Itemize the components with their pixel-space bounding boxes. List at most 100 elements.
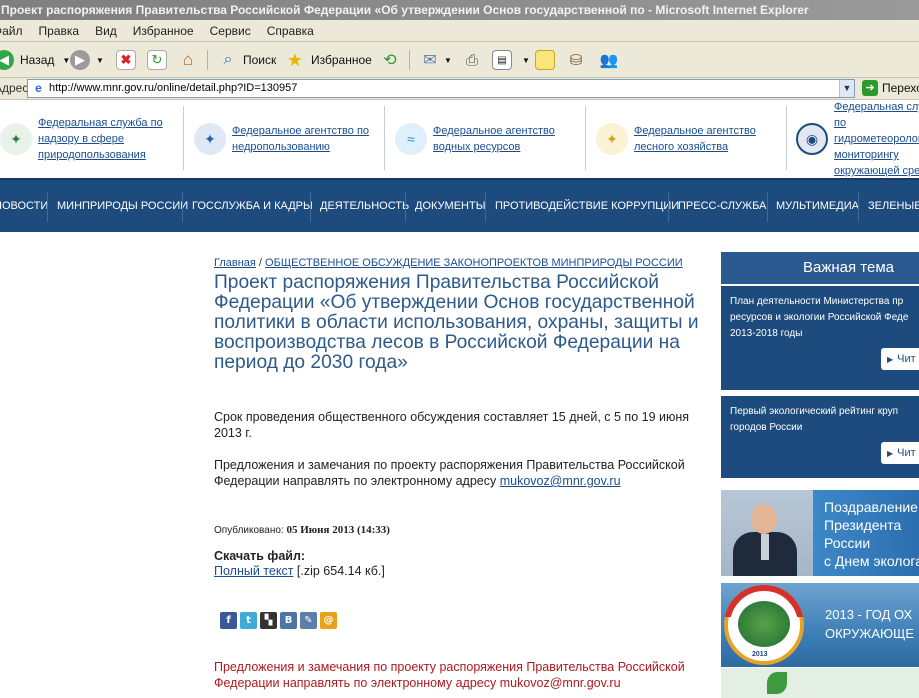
photo-shirt [761, 534, 769, 560]
messenger-button[interactable]: 👥 [599, 49, 619, 71]
nav-press[interactable]: ПРЕСС-СЛУЖБА [678, 180, 766, 232]
agency-divider [183, 106, 184, 170]
menu-edit[interactable]: Правка [39, 20, 80, 42]
ecology-year-banner[interactable]: 2013 2013 - ГОД ОХ ОКРУЖАЮЩЕ [721, 583, 919, 667]
menu-favorites[interactable]: Избранное [133, 20, 194, 42]
agency-link[interactable]: Федеральное агентство водных ресурсов [433, 123, 563, 155]
water-emblem-icon: ≈ [395, 123, 427, 155]
banner-line: 2013 - ГОД ОХ [825, 607, 913, 622]
nav-activity[interactable]: ДЕЯТЕЛЬНОСТЬ [320, 180, 409, 232]
vkontakte-icon[interactable]: В [280, 612, 297, 629]
research-button[interactable]: ⛁ [566, 49, 586, 71]
nav-multimedia[interactable]: МУЛЬТИМЕДИА [776, 180, 859, 232]
research-icon: ⛁ [569, 52, 583, 69]
important-topic-heading: Важная тема [721, 252, 919, 284]
nav-divider [405, 192, 406, 222]
search-button[interactable]: ⌕ Поиск [218, 49, 277, 71]
breadcrumb-section[interactable]: ОБЩЕСТВЕННОЕ ОБСУЖДЕНИЕ ЗАКОНОПРОЕКТОВ М… [265, 257, 683, 269]
nav-civil-service[interactable]: ГОССЛУЖБА И КАДРЫ [192, 180, 313, 232]
card-text-line: городов России [730, 422, 803, 433]
mail-dropdown-icon[interactable]: ▼ [444, 56, 452, 65]
address-input[interactable]: e http://www.mnr.gov.ru/online/detail.ph… [27, 79, 855, 98]
history-button[interactable]: ⟲ [380, 49, 400, 71]
search-icon: ⌕ [223, 51, 233, 68]
nav-news[interactable]: НОВОСТИ [0, 180, 48, 232]
delicious-icon[interactable]: ▚ [260, 612, 277, 629]
banner-line: с Днем эколога [824, 553, 919, 569]
globe-emblem-icon: ◉ [796, 123, 828, 155]
president-greeting-banner[interactable]: Поздравление Президента России с Днем эк… [721, 490, 919, 576]
edit-dropdown-icon[interactable]: ▼ [522, 56, 530, 65]
nav-anticorruption[interactable]: ПРОТИВОДЕЙСТВИЕ КОРРУПЦИИ [495, 180, 679, 232]
agency-rosleshoz[interactable]: ✦ Федеральное агентство лесного хозяйств… [596, 100, 764, 178]
nav-documents[interactable]: ДОКУМЕНТЫ [415, 180, 485, 232]
forward-dropdown-icon[interactable]: ▼ [96, 56, 104, 65]
menu-file[interactable]: Файл [0, 20, 23, 42]
menu-help[interactable]: Справка [267, 20, 314, 42]
ie-page-icon: e [35, 81, 42, 95]
stop-button[interactable]: ✖ [116, 49, 136, 71]
card-text-line: 2013-2018 годы [730, 328, 803, 339]
president-greeting-text: Поздравление Президента России с Днем эк… [824, 498, 919, 570]
nav-green[interactable]: ЗЕЛЕНЫЕ [868, 180, 919, 232]
download-row: Полный текст [.zip 654.14 кб.] [214, 564, 385, 578]
agency-rosprirodnadzor[interactable]: ✦ Федеральная служба по надзору в сфере … [0, 100, 168, 178]
read-more-button[interactable]: ▶ Чит [881, 348, 919, 370]
mail-icon[interactable]: @ [320, 612, 337, 629]
forward-arrow-icon: ▶ [70, 50, 90, 70]
important-topic-card[interactable]: Первый экологический рейтинг круп городо… [721, 396, 919, 478]
published-info: Опубликовано: 05 Июня 2013 (14:33) [214, 524, 390, 536]
read-more-label: Чит [897, 447, 916, 459]
discuss-button[interactable] [535, 49, 555, 71]
mail-button[interactable]: ✉ ▼ [420, 49, 452, 71]
download-meta: [.zip 654.14 кб.] [293, 564, 385, 578]
breadcrumb-home[interactable]: Главная [214, 257, 256, 269]
agency-roshydromet[interactable]: ◉ Федеральная служба по гидрометеорологи… [796, 100, 919, 178]
go-button[interactable]: ➔ Переход [862, 80, 919, 96]
discussion-period: Срок проведения общественного обсуждения… [214, 410, 690, 440]
address-dropdown-icon[interactable]: ▼ [839, 80, 854, 97]
card-text-line: ресурсов и экологии Российской Феде [730, 312, 909, 323]
important-topic-card[interactable]: План деятельности Министерства пр ресурс… [721, 286, 919, 390]
badge-year: 2013 [752, 651, 768, 658]
email-link[interactable]: mukovoz@mnr.gov.ru [500, 474, 621, 488]
ecology-year-badge: 2013 [724, 585, 804, 665]
print-button[interactable]: ⎙ [462, 49, 482, 71]
home-button[interactable]: ⌂ [178, 49, 198, 71]
nav-divider [182, 192, 183, 222]
menu-tools[interactable]: Сервис [210, 20, 251, 42]
star-icon: ★ [286, 49, 304, 70]
plant-banner[interactable] [721, 668, 919, 698]
agency-divider [585, 106, 586, 170]
forward-button[interactable]: ▶ ▼ [70, 49, 104, 71]
refresh-button[interactable]: ↻ [147, 49, 167, 71]
back-arrow-icon: ◀ [0, 50, 14, 70]
submission-info: Предложения и замечания по проекту распо… [214, 457, 704, 489]
toolbar-separator [207, 50, 208, 70]
chevron-right-icon: ▶ [887, 355, 894, 364]
president-photo [721, 490, 813, 576]
edit-button[interactable]: ▤ ▼ [492, 49, 530, 71]
window-title-bar: Проект распоряжения Правительства Россий… [0, 0, 919, 20]
browser-toolbar: ◀ Назад ▼ ▶ ▼ ✖ ↻ ⌂ ⌕ Поиск ★ Избранное … [0, 42, 919, 78]
favorites-button[interactable]: ★ Избранное [285, 49, 372, 71]
download-label: Скачать файл: [214, 549, 306, 563]
agency-link[interactable]: Федеральное агентство лесного хозяйства [634, 123, 764, 155]
facebook-icon[interactable]: f [220, 612, 237, 629]
agency-link[interactable]: Федеральная служба по надзору в сфере пр… [38, 115, 168, 163]
main-navigation: НОВОСТИ МИНПРИРОДЫ РОССИИ ГОССЛУЖБА И КА… [0, 178, 919, 232]
back-button[interactable]: ◀ Назад ▼ [0, 49, 70, 71]
address-bar: Адрес: e http://www.mnr.gov.ru/online/de… [0, 78, 919, 100]
read-more-button[interactable]: ▶ Чит [881, 442, 919, 464]
menu-view[interactable]: Вид [95, 20, 117, 42]
livejournal-icon[interactable]: ✎ [300, 612, 317, 629]
agency-rosvodresursy[interactable]: ≈ Федеральное агентство водных ресурсов [395, 100, 563, 178]
twitter-icon[interactable]: t [240, 612, 257, 629]
agency-link[interactable]: Федеральная служба по гидрометеорологии … [834, 99, 919, 179]
download-link[interactable]: Полный текст [214, 564, 293, 578]
nav-divider [858, 192, 859, 222]
agency-divider [384, 106, 385, 170]
agency-link[interactable]: Федеральное агентство по недропользовани… [232, 123, 377, 155]
agency-rosnedra[interactable]: ✦ Федеральное агентство по недропользова… [194, 100, 377, 178]
nav-ministry[interactable]: МИНПРИРОДЫ РОССИИ [57, 180, 188, 232]
